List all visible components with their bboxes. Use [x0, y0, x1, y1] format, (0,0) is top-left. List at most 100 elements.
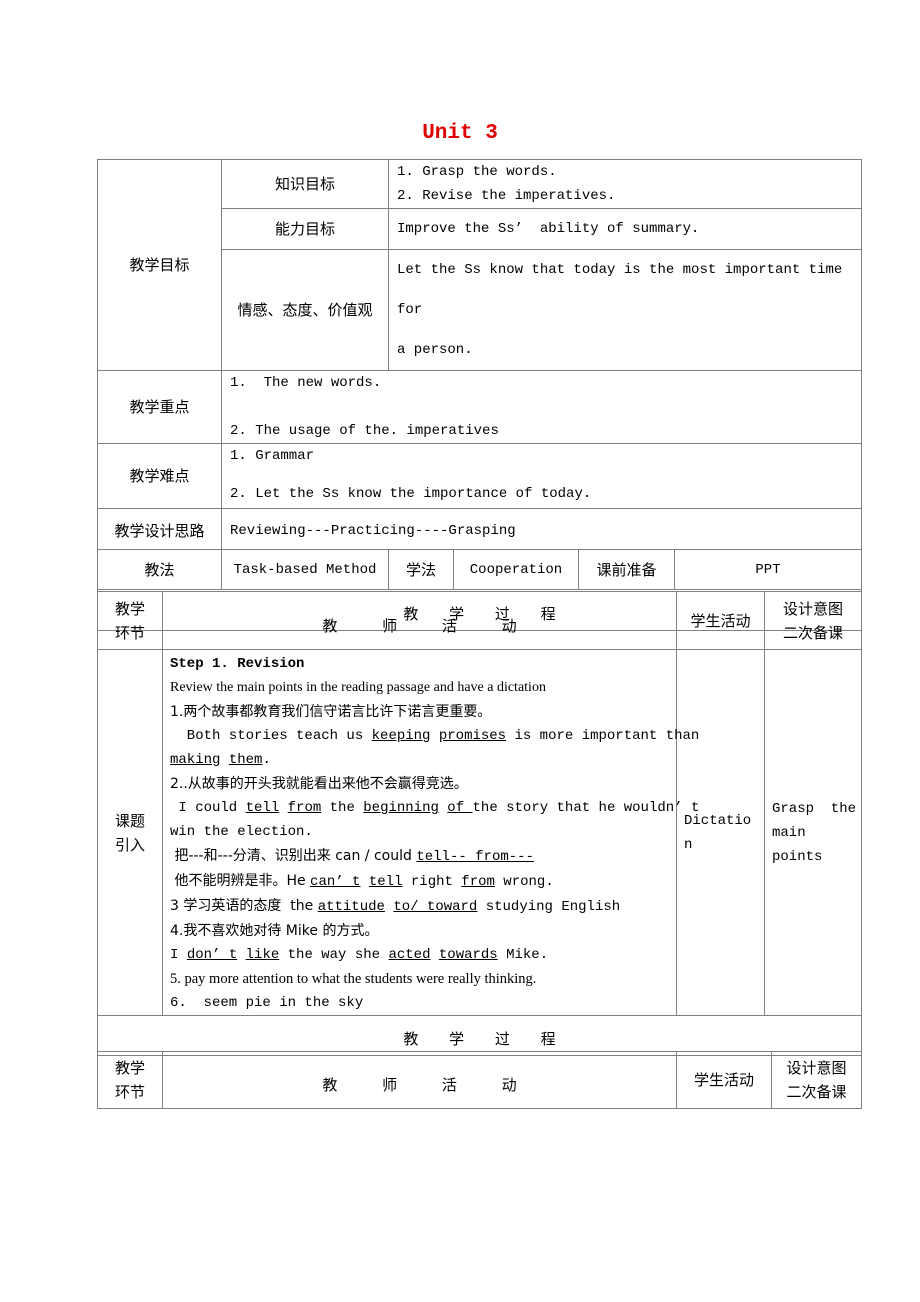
design-intent-line: points: [772, 848, 823, 865]
lesson-plan-table: 教学目标 知识目标 1. Grasp the words. 2. Revise …: [97, 159, 862, 631]
text: right: [402, 874, 462, 890]
col-student-header: 学生活动: [676, 1051, 772, 1109]
emotion-goal-content: Let the Ss know that today is the most i…: [388, 249, 862, 371]
underlined-word: like: [245, 947, 280, 963]
difficulties-content: 1. Grammar 2. Let the Ss know the import…: [221, 443, 862, 509]
objectives-label: 教学目标: [97, 159, 222, 371]
underlined-word: from: [461, 874, 495, 890]
text: Mike.: [497, 947, 549, 963]
design-intent-line: main: [772, 824, 806, 841]
example-right-wrong: 他不能明辨是非。He can’ t tell right from wrong.: [170, 869, 676, 894]
underlined-word: acted: [388, 947, 431, 963]
underlined-word: promises: [438, 728, 507, 744]
emotion-goal-label: 情感、态度、价值观: [221, 249, 389, 371]
key-points-content: 1. The new words. 2. The usage of the. i…: [221, 370, 862, 444]
col-intent-line: 设计意图: [782, 599, 843, 618]
design-idea-label: 教学设计思路: [97, 508, 222, 550]
design-idea-content: Reviewing---Practicing----Grasping: [221, 508, 862, 550]
sentence-4-en: I don’ t like the way she acted towards …: [170, 943, 676, 967]
text: the: [321, 800, 364, 816]
col-student-header: 学生活动: [676, 591, 765, 650]
text: I: [170, 947, 187, 963]
underlined-word: tell-- from---: [416, 849, 534, 865]
step-stage-cell: 课题 引入: [97, 649, 163, 1016]
difficulty-line: 2. Let the Ss know the importance of tod…: [230, 486, 592, 502]
emotion-goal-line: a person.: [397, 342, 473, 358]
col-teacher-header: 教 师 活 动: [162, 1051, 677, 1109]
underlined-word: tell: [368, 874, 403, 890]
underlined-word: of: [447, 800, 473, 816]
document-title: Unit 3: [422, 122, 498, 145]
text: Both stories teach us: [170, 728, 372, 744]
preparation-value: PPT: [674, 549, 862, 590]
student-activity-line: n: [684, 836, 693, 853]
text: 3 学习英语的态度 the: [170, 898, 318, 914]
col-stage-header: 教学 环节: [97, 1051, 163, 1109]
knowledge-goal-line: 1. Grasp the words.: [397, 164, 557, 180]
step-stage-line: 引入: [114, 835, 145, 854]
col-intent-line: 设计意图: [786, 1059, 847, 1077]
design-intent-line: Grasp the: [772, 800, 857, 817]
preparation-label: 课前准备: [578, 549, 675, 590]
underlined-word: making: [170, 752, 221, 768]
difficulty-line: 1. Grammar: [230, 448, 315, 464]
text: .: [262, 752, 271, 768]
process-header-table: 教学 环节 教 师 活 动 学生活动 设计意图 二次备课: [97, 1051, 862, 1109]
col-intent-line: 二次备课: [786, 1083, 847, 1101]
design-intent-cell: Grasp the main points: [764, 649, 862, 1016]
sentence-1-en-cont: making them.: [170, 748, 676, 772]
step-intro: Review the main points in the reading pa…: [170, 680, 546, 695]
difficulties-label: 教学难点: [97, 443, 222, 509]
text: I could: [170, 800, 246, 816]
sentence-4-cn: 4.我不喜欢她对待 Mike 的方式。: [170, 923, 379, 939]
text: studying English: [477, 899, 621, 915]
sentence-3: 3 学习英语的态度 the attitude to/ toward studyi…: [170, 894, 676, 919]
sentence-1-en: Both stories teach us keeping promises i…: [170, 724, 700, 748]
text: 把---和---分清、识别出来 can / could: [170, 848, 417, 864]
col-stage-header: 教学 环节: [97, 591, 163, 650]
process-table: 教学 环节 教 师 活 动 学生活动 设计意图 二次备课 课题 引入 Step …: [97, 591, 862, 1056]
learning-method-label: 学法: [388, 549, 454, 590]
step-title: Step 1. Revision: [170, 656, 305, 672]
teaching-method-value: Task-based Method: [221, 549, 389, 590]
text: the story that he wouldn’ t: [472, 800, 700, 816]
student-activity-cell: Dictatio n: [676, 649, 765, 1016]
emotion-goal-line: Let the Ss know that today is the most i…: [397, 262, 843, 318]
underlined-word: beginning: [363, 800, 439, 816]
knowledge-goal-content: 1. Grasp the words. 2. Revise the impera…: [388, 159, 862, 209]
knowledge-goal-label: 知识目标: [221, 159, 389, 209]
learning-method-value: Cooperation: [453, 549, 579, 590]
underlined-word: from: [287, 800, 322, 816]
key-points-label: 教学重点: [97, 370, 222, 444]
col-intent-header: 设计意图 二次备课: [771, 1051, 862, 1109]
col-intent-header: 设计意图 二次备课: [764, 591, 862, 650]
key-point-line: 1. The new words.: [230, 375, 382, 391]
step-stage-line: 课题: [114, 811, 145, 830]
text: 他不能明辨是非。He: [170, 873, 311, 889]
phrase-tell-from: 把---和---分清、识别出来 can / could tell-- from-…: [170, 844, 676, 869]
underlined-word: attitude: [317, 899, 385, 915]
sentence-2-en-cont: win the election.: [170, 824, 313, 840]
underlined-word: can’ t: [310, 874, 361, 890]
text: is more important than: [506, 728, 700, 744]
underlined-word: towards: [438, 947, 498, 963]
ability-goal-content: Improve the Ss’ ability of summary.: [388, 208, 862, 250]
sentence-5: 5. pay more attention to what the studen…: [170, 971, 537, 987]
underlined-word: keeping: [371, 728, 431, 744]
knowledge-goal-line: 2. Revise the imperatives.: [397, 188, 616, 204]
key-point-line: 2. The usage of the. imperatives: [230, 423, 499, 439]
sentence-2-en: I could tell from the beginning of the s…: [170, 796, 699, 820]
teaching-method-label: 教法: [97, 549, 222, 590]
col-teacher-header: 教 师 活 动: [162, 591, 677, 650]
teacher-activity-cell: Step 1. Revision Review the main points …: [162, 649, 700, 1016]
sentence-6: 6. seem pie in the sky: [170, 995, 364, 1011]
sentence-2-cn: 2..从故事的开头我就能看出来他不会赢得竞选。: [170, 776, 468, 792]
process-heading-repeat: 教 学 过 程: [97, 1015, 862, 1056]
underlined-word: them: [228, 752, 263, 768]
text: the way she: [279, 947, 389, 963]
underlined-word: don’ t: [186, 947, 238, 963]
col-stage-line: 教学: [114, 1059, 145, 1077]
col-stage-line: 环节: [114, 623, 145, 642]
col-intent-line: 二次备课: [782, 623, 843, 642]
student-activity-line: Dictatio: [684, 812, 752, 829]
